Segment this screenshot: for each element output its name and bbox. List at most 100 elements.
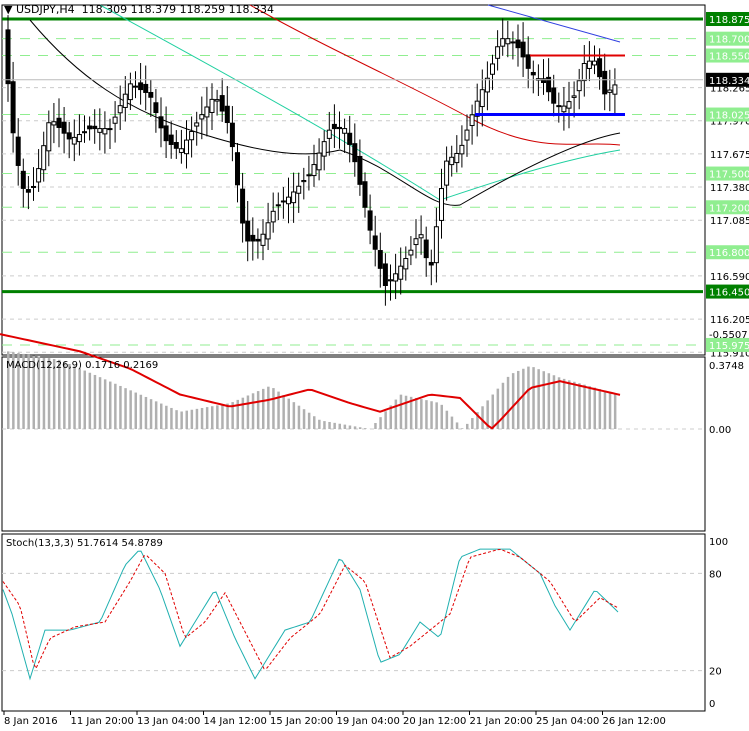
candle-bull (326, 129, 332, 139)
candle-bull (459, 144, 465, 155)
chart-window[interactable]: 118.265 117.970 117.675 117.380 117.085 116.5… (0, 0, 749, 731)
candle-bull (418, 234, 424, 239)
macd-histogram-bar (98, 377, 102, 429)
candle-bull (510, 41, 516, 44)
macd-histogram-bar (139, 394, 143, 429)
candle-bull (592, 60, 597, 66)
price-tick: 117.675 (710, 150, 749, 161)
time-label: 26 Jan 12:00 (603, 716, 666, 727)
macd-histogram-bar (573, 381, 576, 429)
macd-histogram-bar (527, 366, 530, 429)
macd-histogram-bar (430, 401, 433, 429)
candle-bull (505, 38, 511, 45)
macd-histogram-bar (175, 410, 178, 429)
candle-bear (56, 117, 62, 128)
candle-bull (571, 95, 577, 98)
time-label: 25 Jan 04:00 (536, 716, 599, 727)
macd-histogram-bar (124, 388, 127, 429)
macd-histogram-bar (598, 389, 602, 429)
price-tick: 117.380 (710, 183, 749, 194)
candle-bear (25, 189, 31, 193)
candle-bear (245, 220, 251, 242)
price-tick: 117.085 (710, 216, 749, 227)
candle-bull (46, 122, 52, 152)
time-label: 19 Jan 04:00 (337, 716, 400, 727)
macd-histogram-bar (211, 406, 214, 429)
macd-histogram-bar (588, 386, 591, 429)
macd-histogram-bar (83, 370, 86, 429)
candle-bull (204, 106, 210, 118)
candle-bear (337, 126, 342, 130)
candle-bull (265, 222, 271, 240)
macd-histogram-bar (160, 403, 163, 429)
candle-bull (214, 99, 220, 102)
macd-histogram-bar (287, 398, 290, 429)
macd-histogram-bar (78, 368, 81, 429)
chart-header: ▼ USDJPY,H4 118.309 118.379 118.259 118.… (4, 3, 274, 16)
level-label: 115.975 (709, 341, 749, 352)
macd-histogram-bar (338, 423, 341, 429)
candle-bear (250, 234, 256, 242)
candle-bull (479, 89, 485, 108)
candle-bear (229, 122, 235, 148)
candle-bear (224, 105, 230, 124)
macd-histogram-bar (578, 383, 581, 429)
candle-bear (5, 29, 11, 85)
macd-histogram-bar (88, 372, 92, 429)
macd-histogram-bar (404, 395, 408, 429)
candle-bull (107, 128, 113, 131)
candle-bull (184, 139, 189, 155)
candle-bull (388, 279, 393, 282)
candle-bull (444, 160, 450, 186)
candle-bull (199, 114, 205, 120)
macd-histogram-bar (267, 386, 270, 429)
time-label: 8 Jan 2016 (4, 716, 58, 727)
macd-histogram-bar (537, 369, 540, 429)
candle-bear (15, 136, 21, 166)
candle-bull (127, 83, 133, 101)
candle-bull (97, 128, 103, 133)
candle-bull (408, 249, 414, 256)
candle-bull (612, 84, 618, 95)
candle-bear (515, 39, 521, 49)
macd-histogram-bar (608, 391, 612, 429)
macd-histogram-bar (471, 418, 474, 429)
candle-bull (321, 141, 327, 157)
candle-bear (520, 41, 526, 58)
candle-bull (464, 129, 470, 141)
candle-bear (148, 91, 154, 98)
level-label: 116.450 (709, 288, 749, 299)
candle-bear (158, 116, 164, 129)
symbol-label: USDJPY,H4 (15, 3, 75, 16)
candle-bull (275, 204, 281, 207)
macd-histogram-bar (241, 397, 245, 429)
candle-bull (566, 101, 572, 109)
candle-bull (209, 98, 215, 113)
candle-bear (362, 181, 368, 208)
macd-tick: 0.3748 (709, 361, 744, 372)
macd-histogram-bar (272, 388, 275, 429)
macd-histogram-bar (501, 382, 505, 429)
candle-bear (92, 125, 98, 130)
candle-bull (306, 174, 312, 177)
macd-histogram-bar (364, 428, 367, 429)
candle-bull (469, 114, 475, 127)
candle-bull (296, 185, 302, 194)
macd-histogram-bar (129, 390, 132, 429)
macd-histogram-bar (384, 411, 387, 429)
candle-bear (87, 125, 93, 130)
candle-bear (173, 142, 179, 149)
candle-bear (377, 250, 383, 269)
macd-histogram-bar (149, 399, 153, 429)
dropdown-triangle-icon[interactable]: ▼ (4, 3, 12, 16)
stoch-signal-line (2, 549, 619, 670)
macd-histogram-bar (134, 392, 137, 429)
macd-histogram-bar (205, 407, 209, 429)
macd-histogram-bar (165, 405, 168, 429)
time-label: 20 Jan 12:00 (403, 716, 466, 727)
macd-label: MACD(12,26,9) 0.1716 0.2169 (6, 360, 159, 371)
candle-bear (66, 132, 72, 140)
macd-histogram-bar (262, 388, 265, 429)
macd-histogram-bar (103, 379, 107, 429)
macd-histogram-bar (195, 408, 199, 429)
